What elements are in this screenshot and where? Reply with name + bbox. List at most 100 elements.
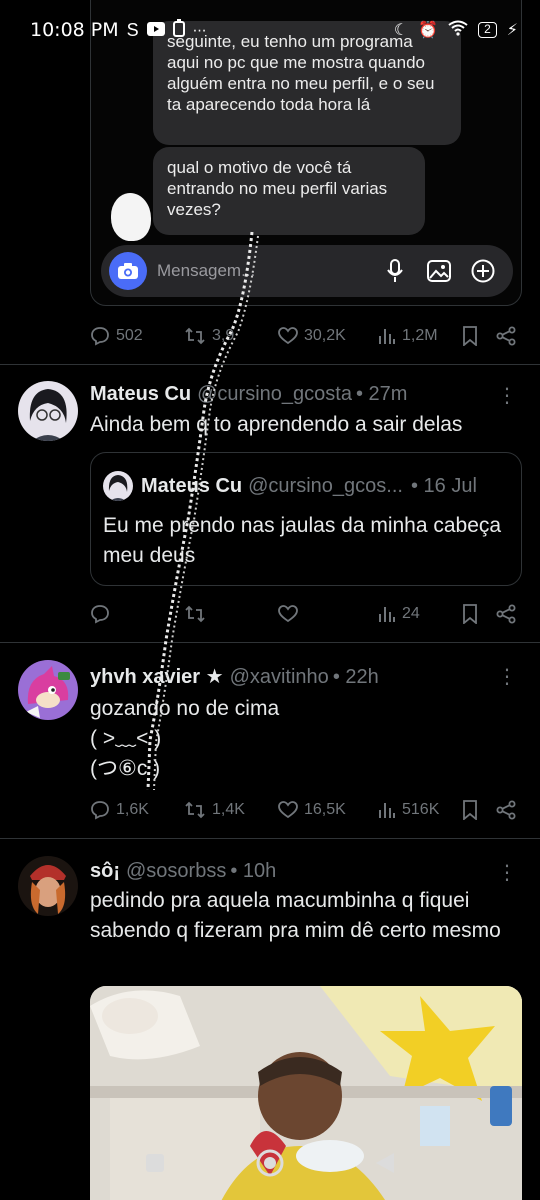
views-icon bbox=[379, 607, 395, 622]
bookmark-button[interactable] bbox=[462, 604, 496, 624]
share-icon bbox=[496, 604, 516, 624]
like-button[interactable] bbox=[278, 605, 378, 623]
system-nav-bar bbox=[0, 1140, 540, 1190]
more-notifications-icon: ⋯ bbox=[192, 21, 207, 38]
views-button[interactable]: 24 bbox=[378, 605, 462, 623]
reply-count: 502 bbox=[116, 327, 143, 344]
reply-icon bbox=[91, 605, 109, 624]
user-handle[interactable]: @sosorbss bbox=[126, 860, 226, 883]
dm-bubble-two: qual o motivo de você tá entrando no meu… bbox=[153, 147, 425, 235]
do-not-disturb-icon: ☾ bbox=[393, 22, 409, 39]
repost-icon bbox=[185, 801, 205, 819]
tweet-text: gozando no de cima ( >﹏< ) (つ⑥c ) bbox=[90, 694, 279, 784]
like-button[interactable]: 16,5K bbox=[278, 801, 378, 819]
share-icon bbox=[496, 326, 516, 346]
tweet-text: pedindo pra aquela macumbinha q fiquei s… bbox=[90, 889, 501, 942]
quote-timestamp: • 16 Jul bbox=[410, 474, 477, 497]
display-name[interactable]: Mateus Cu bbox=[90, 383, 191, 406]
like-button[interactable]: 30,2K bbox=[278, 327, 378, 345]
dm-avatar-blurred bbox=[111, 193, 151, 241]
tweet-actions: 502 3,9 30,2K 1,2M bbox=[90, 321, 522, 351]
tweet-text-line: gozando no de cima bbox=[90, 697, 280, 720]
heart-icon bbox=[278, 801, 298, 819]
status-time: 10:08 PM bbox=[30, 19, 119, 41]
reply-icon bbox=[91, 327, 109, 346]
tweet-header: yhvh xavier ★ @xavitinho • 22h bbox=[90, 664, 379, 689]
views-count: 516K bbox=[402, 801, 440, 818]
avatar[interactable] bbox=[18, 381, 78, 441]
repost-button[interactable] bbox=[184, 605, 278, 623]
quote-tweet[interactable]: Mateus Cu @cursino_gcos... • 16 Jul Eu m… bbox=[90, 452, 522, 586]
divider bbox=[0, 364, 540, 365]
dm-composer: Mensagem... bbox=[101, 245, 513, 297]
battery-icon: 2 bbox=[478, 22, 497, 38]
views-count: 1,2M bbox=[402, 327, 438, 344]
add-icon bbox=[461, 259, 505, 283]
tweet-actions: 1,6K 1,4K 16,5K 516K bbox=[90, 795, 522, 825]
notification-icon bbox=[172, 18, 185, 42]
views-button[interactable]: 1,2M bbox=[378, 327, 462, 345]
tweet-header: sô¡ @sosorbss • 10h bbox=[90, 860, 276, 883]
heart-icon bbox=[278, 327, 298, 345]
status-bar: 10:08 PM S ⋯ ☾ ⏰ 2 ⚡ bbox=[0, 0, 540, 60]
home-button[interactable] bbox=[255, 1148, 285, 1183]
charging-icon: ⚡ bbox=[506, 22, 518, 39]
bookmark-button[interactable] bbox=[462, 800, 496, 820]
repost-button[interactable]: 1,4K bbox=[184, 801, 278, 819]
more-options-icon[interactable]: ⋮ bbox=[497, 860, 517, 885]
avatar[interactable] bbox=[18, 856, 78, 916]
timestamp: • 27m bbox=[355, 383, 408, 405]
alarm-icon: ⏰ bbox=[418, 22, 439, 39]
back-button[interactable] bbox=[374, 1151, 396, 1180]
tweet-text-line: (つ⑥c ) bbox=[90, 757, 161, 780]
share-icon bbox=[496, 800, 516, 820]
views-button[interactable]: 516K bbox=[378, 801, 462, 819]
display-name[interactable]: sô¡ bbox=[90, 860, 120, 883]
views-icon bbox=[379, 329, 395, 344]
repost-icon bbox=[185, 327, 205, 345]
image-icon bbox=[417, 260, 461, 282]
more-options-icon[interactable]: ⋮ bbox=[497, 664, 517, 689]
like-count: 16,5K bbox=[304, 801, 346, 818]
microphone-icon bbox=[373, 259, 417, 283]
more-options-icon[interactable]: ⋮ bbox=[497, 383, 517, 408]
reply-button[interactable]: 502 bbox=[90, 326, 184, 346]
user-handle[interactable]: @xavitinho bbox=[230, 666, 329, 689]
tweet-actions: 24 bbox=[90, 599, 522, 629]
quote-text: Eu me prendo nas jaulas da minha cabeça … bbox=[103, 514, 502, 567]
avatar bbox=[103, 471, 133, 501]
timestamp: • 22h bbox=[332, 666, 379, 688]
timestamp: • 10h bbox=[230, 860, 277, 882]
views-icon bbox=[379, 803, 395, 818]
repost-button[interactable]: 3,9 bbox=[184, 327, 278, 345]
s-app-icon: S bbox=[126, 19, 139, 40]
reply-button[interactable]: 1,6K bbox=[90, 800, 184, 820]
views-count: 24 bbox=[402, 605, 420, 622]
youtube-icon bbox=[146, 20, 165, 41]
bookmark-icon bbox=[463, 800, 477, 820]
reply-count: 1,6K bbox=[116, 801, 149, 818]
bookmark-button[interactable] bbox=[462, 326, 496, 346]
recent-apps-button[interactable] bbox=[144, 1152, 166, 1179]
like-count: 30,2K bbox=[304, 327, 346, 344]
share-button[interactable] bbox=[496, 604, 520, 624]
tweet-text: Ainda bem q to aprendendo a sair delas bbox=[90, 413, 463, 436]
share-button[interactable] bbox=[496, 326, 520, 346]
quote-display-name: Mateus Cu bbox=[141, 474, 243, 497]
repost-count: 1,4K bbox=[212, 801, 245, 818]
divider bbox=[0, 642, 540, 643]
quote-user-handle: @cursino_gcos... bbox=[248, 474, 403, 497]
tweet-text-line: ( >﹏< ) bbox=[90, 727, 162, 750]
share-button[interactable] bbox=[496, 800, 520, 820]
reply-button[interactable] bbox=[90, 604, 184, 624]
heart-icon bbox=[278, 605, 298, 623]
dm-composer-placeholder: Mensagem... bbox=[157, 261, 256, 280]
bookmark-icon bbox=[463, 604, 477, 624]
repost-count: 3,9 bbox=[212, 327, 235, 344]
tweet-header: Mateus Cu @cursino_gcosta • 27m bbox=[90, 383, 407, 406]
avatar[interactable] bbox=[18, 660, 78, 720]
user-handle[interactable]: @cursino_gcosta bbox=[197, 383, 352, 406]
display-name[interactable]: yhvh xavier ★ bbox=[90, 664, 224, 689]
repost-icon bbox=[185, 605, 205, 623]
wifi-icon bbox=[448, 20, 468, 41]
